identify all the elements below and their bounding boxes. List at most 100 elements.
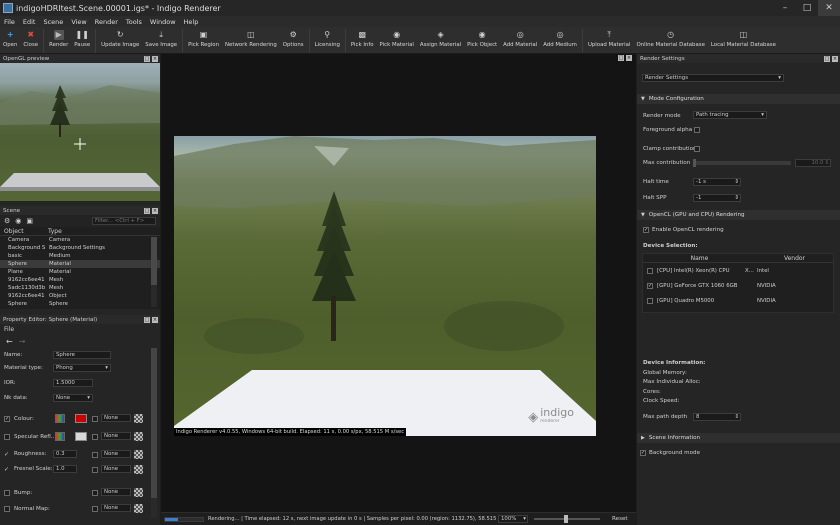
pause-button[interactable]: ❚❚ Pause — [71, 27, 93, 54]
table-row[interactable]: Background S... Background Settings — [0, 244, 160, 252]
float-icon[interactable]: □ — [144, 316, 150, 323]
roughness-texture-checkbox[interactable] — [92, 452, 98, 458]
specular-checkbox[interactable] — [4, 434, 10, 440]
material-sphere-icon[interactable]: ◉ — [15, 217, 21, 225]
texture-thumbnail[interactable] — [134, 504, 143, 513]
device-checkbox[interactable] — [647, 297, 653, 304]
fresnel-field[interactable]: 1.0 — [53, 465, 77, 473]
render-mode-select[interactable]: Path tracing ▾ — [693, 111, 767, 119]
close-panel-icon[interactable]: × — [152, 207, 158, 214]
pick-region-button[interactable]: ▣ Pick Region — [185, 27, 222, 54]
close-panel-icon[interactable]: × — [152, 316, 158, 323]
float-icon[interactable]: □ — [144, 55, 150, 62]
forward-arrow-icon[interactable]: → — [19, 337, 26, 346]
fresnel-texture-select[interactable]: None — [101, 465, 131, 473]
menu-window[interactable]: Window — [146, 18, 180, 26]
close-panel-icon[interactable]: × — [626, 55, 632, 61]
float-icon[interactable]: □ — [618, 55, 624, 61]
float-icon[interactable]: □ — [144, 207, 150, 214]
licensing-button[interactable]: ⚲ Licensing — [312, 27, 343, 54]
texture-thumbnail[interactable] — [134, 450, 143, 459]
column-header-vendor[interactable]: Vendor — [756, 255, 833, 262]
exposure-slider[interactable] — [534, 515, 600, 523]
device-row[interactable]: [CPU] Intel(R) Xeon(R) CPU X... Intel — [643, 263, 833, 278]
max-contribution-field[interactable]: 10.0 ⇕ — [795, 159, 831, 167]
scene-information-section[interactable]: ▶ Scene Information — [637, 433, 840, 443]
table-row[interactable]: Sphere Sphere — [0, 300, 160, 308]
colour-swatch[interactable] — [75, 414, 87, 423]
close-button[interactable]: ✖ Close — [20, 27, 41, 54]
menu-render[interactable]: Render — [91, 18, 122, 26]
max-contribution-slider[interactable] — [693, 159, 791, 167]
scrollbar-thumb[interactable] — [151, 237, 157, 285]
zoom-select[interactable]: 100% ▾ — [498, 515, 528, 523]
close-panel-icon[interactable]: × — [152, 55, 158, 62]
pick-info-button[interactable]: ▩ Pick Info — [348, 27, 377, 54]
reset-button[interactable]: Reset — [612, 516, 628, 522]
save-image-button[interactable]: ⤓ Save Image — [142, 27, 180, 54]
scrollbar-thumb[interactable] — [151, 348, 157, 498]
table-row[interactable]: 9162cc6ee41c... Object — [0, 292, 160, 300]
local-material-database-button[interactable]: ◫ Local Material Database — [708, 27, 779, 54]
roughness-texture-select[interactable]: None — [101, 450, 131, 458]
max-path-depth-field[interactable]: 8 ⇕ — [693, 413, 741, 421]
enable-opencl-checkbox[interactable]: ✓ — [643, 227, 649, 233]
specular-texture-select[interactable]: None — [101, 432, 131, 440]
specular-swatch[interactable] — [75, 432, 87, 441]
mode-configuration-section[interactable]: ▼ Mode Configuration — [637, 94, 840, 104]
texture-thumbnail[interactable] — [134, 432, 143, 441]
column-header-name[interactable]: Name — [643, 255, 756, 262]
bump-checkbox[interactable] — [4, 490, 10, 496]
texture-thumbnail[interactable] — [134, 488, 143, 497]
online-material-database-button[interactable]: ◷ Online Material Database — [633, 27, 707, 54]
device-checkbox[interactable] — [647, 267, 653, 274]
fresnel-texture-checkbox[interactable] — [92, 467, 98, 473]
column-header-type[interactable]: Type — [48, 228, 62, 235]
render-image[interactable]: Indigo Renderer v4.0.55, Windows 64-bit … — [174, 136, 596, 436]
scene-scrollbar[interactable] — [151, 237, 157, 307]
device-row[interactable]: ✓ [GPU] GeForce GTX 1060 6GB NVIDIA — [643, 278, 833, 293]
texture-thumbnail[interactable] — [134, 414, 143, 423]
slider-handle[interactable] — [564, 515, 568, 523]
render-button[interactable]: ▶ Render — [46, 27, 71, 54]
table-row[interactable]: Plane Material — [0, 268, 160, 276]
scene-filter-input[interactable]: Filter... <Ctrl + F> — [92, 217, 156, 225]
table-row[interactable]: Sphere Material — [0, 260, 160, 268]
clamp-contributions-checkbox[interactable] — [694, 146, 700, 152]
slider-handle[interactable] — [693, 159, 696, 167]
color-mode-icon[interactable] — [55, 432, 65, 441]
close-window-button[interactable]: ✕ — [818, 0, 840, 16]
property-scrollbar[interactable] — [151, 348, 157, 518]
table-row[interactable]: basic Medium — [0, 252, 160, 260]
normal-texture-select[interactable]: None — [101, 504, 131, 512]
menu-tools[interactable]: Tools — [122, 18, 146, 26]
opencl-section[interactable]: ▼ OpenCL (GPU and CPU) Rendering — [637, 210, 840, 220]
update-image-button[interactable]: ↻ Update Image — [98, 27, 142, 54]
device-checkbox[interactable]: ✓ — [647, 282, 653, 289]
specular-texture-checkbox[interactable] — [92, 434, 98, 440]
halt-time-field[interactable]: -1 s ⇕ — [693, 178, 741, 186]
bump-texture-checkbox[interactable] — [92, 490, 98, 496]
maximize-button[interactable]: □ — [796, 0, 818, 16]
table-row[interactable]: 9162cc6ee41c... Mesh — [0, 276, 160, 284]
upload-material-button[interactable]: ⤒ Upload Material — [585, 27, 634, 54]
colour-texture-select[interactable]: None — [101, 414, 131, 422]
options-button[interactable]: ⚙ Options — [280, 27, 307, 54]
roughness-field[interactable]: 0.3 — [53, 450, 77, 458]
assign-material-button[interactable]: ◈ Assign Material — [417, 27, 464, 54]
name-field[interactable]: Sphere — [53, 351, 111, 359]
minimize-button[interactable]: – — [774, 0, 796, 16]
menu-file[interactable]: File — [0, 18, 19, 26]
material-type-select[interactable]: Phong ▾ — [53, 364, 111, 372]
colour-checkbox[interactable]: ✓ — [4, 416, 10, 422]
device-row[interactable]: [GPU] Quadro M5000 NVIDIA — [643, 293, 833, 308]
menu-help[interactable]: Help — [180, 18, 203, 26]
normal-map-checkbox[interactable] — [4, 506, 10, 512]
bump-texture-select[interactable]: None — [101, 488, 131, 496]
colour-texture-checkbox[interactable] — [92, 416, 98, 422]
halt-spp-field[interactable]: -1 ⇕ — [693, 194, 741, 202]
background-mode-checkbox[interactable]: ✓ — [640, 450, 646, 456]
close-panel-icon[interactable]: × — [832, 55, 838, 62]
foreground-alpha-checkbox[interactable] — [694, 127, 700, 133]
pick-material-button[interactable]: ◉ Pick Material — [377, 27, 417, 54]
